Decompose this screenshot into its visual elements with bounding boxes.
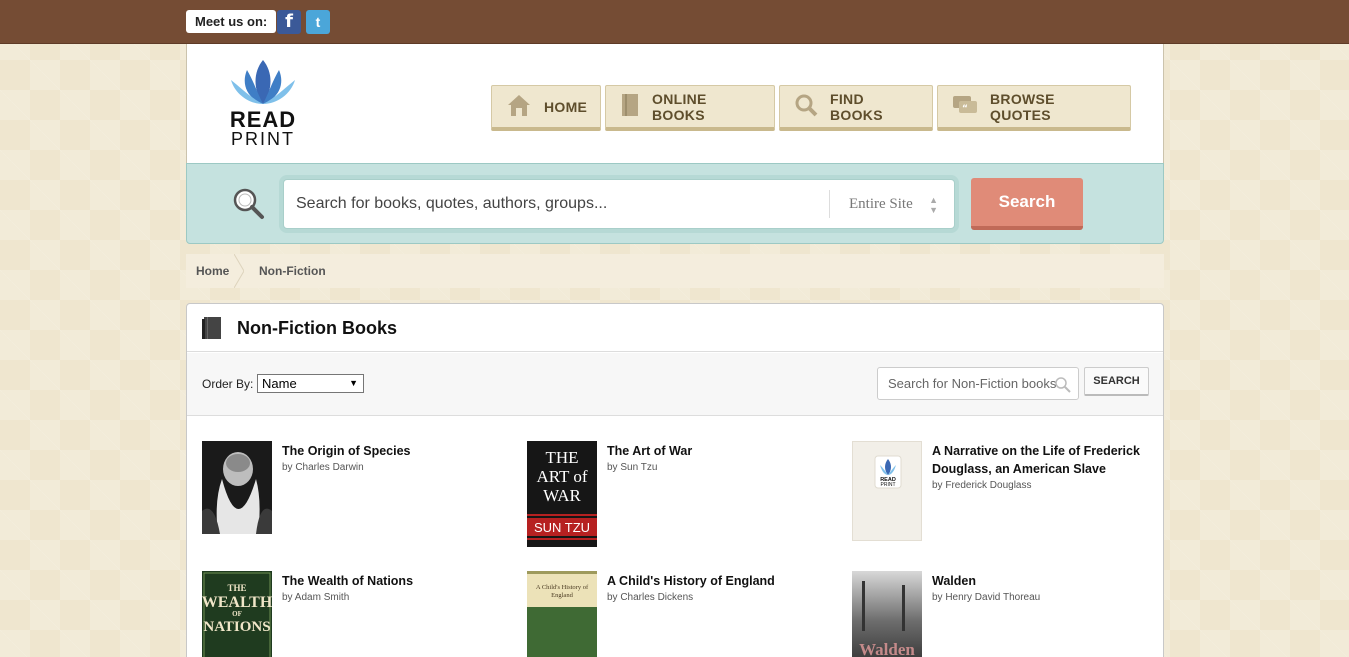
quote-icon: “	[952, 93, 978, 121]
home-icon	[506, 93, 532, 121]
svg-text:OF: OF	[232, 610, 242, 618]
book-title[interactable]: A Child's History of England by Charles …	[607, 572, 817, 606]
book-cover-walden[interactable]: Walden	[852, 571, 922, 657]
top-bar: Meet us on: f t	[0, 0, 1349, 44]
panel-toolbar: Order By: Name ▼ SEARCH	[187, 353, 1163, 416]
book-cover-childs-history-england[interactable]: A Child's History of England	[527, 571, 597, 657]
site-logo[interactable]: READ PRINT	[227, 58, 299, 148]
panel-title: Non-Fiction Books	[237, 318, 397, 338]
book-author[interactable]: by Adam Smith	[282, 590, 492, 606]
logo-word-read: READ	[229, 107, 297, 132]
nav-home-label: HOME	[544, 98, 588, 115]
lotus-logo-icon	[231, 60, 295, 104]
book-author[interactable]: by Frederick Douglass	[932, 478, 1142, 494]
book-title[interactable]: Walden by Henry David Thoreau	[932, 572, 1142, 606]
svg-text:England: England	[551, 592, 573, 599]
book-author[interactable]: by Charles Dickens	[607, 590, 817, 606]
svg-text:WEALTH: WEALTH	[202, 594, 272, 611]
book-author[interactable]: by Henry David Thoreau	[932, 590, 1142, 606]
book-item[interactable]: A Child's History of England A Child's H…	[512, 547, 812, 657]
nav-find-books[interactable]: FIND BOOKS	[779, 85, 933, 131]
chevron-down-icon: ▼	[349, 378, 358, 388]
book-author[interactable]: by Sun Tzu	[607, 460, 817, 476]
book-cover-wealth-of-nations[interactable]: THE WEALTH OF NATIONS	[202, 571, 272, 657]
breadcrumb: Home Non-Fiction	[186, 254, 1164, 288]
search-magnifier-icon	[231, 186, 265, 225]
book-item[interactable]: THE WEALTH OF NATIONS The Wealth of Nati…	[187, 547, 487, 657]
category-search-input[interactable]	[878, 368, 1064, 399]
search-scope-select[interactable]: Entire Site ▲ ▼	[829, 190, 954, 218]
search-icon	[794, 93, 818, 121]
book-cover-art-of-war[interactable]: THE ART of WAR SUN TZU	[527, 441, 597, 547]
svg-text:A Child's History of: A Child's History of	[536, 584, 589, 591]
book-item[interactable]: THE ART of WAR SUN TZU The Art of War by…	[512, 417, 812, 547]
search-input[interactable]	[284, 180, 829, 228]
nav-browse-quotes-label: BROWSE QUOTES	[990, 90, 1055, 123]
search-box: Entire Site ▲▼	[283, 179, 955, 229]
search-button[interactable]: Search	[971, 178, 1083, 230]
category-search-button[interactable]: SEARCH	[1084, 367, 1149, 396]
book-title[interactable]: The Origin of Species by Charles Darwin	[282, 442, 492, 476]
book-author[interactable]: by Charles Darwin	[282, 460, 492, 476]
book-item[interactable]: The Origin of Species by Charles Darwin	[187, 417, 487, 537]
nav-online-books-label: ONLINE BOOKS	[652, 90, 707, 123]
nav-online-books[interactable]: ONLINE BOOKS	[605, 85, 775, 131]
category-search-box	[877, 367, 1079, 400]
svg-text:ART of: ART of	[536, 467, 587, 486]
svg-text:NATIONS: NATIONS	[203, 619, 270, 635]
twitter-icon[interactable]: t	[306, 10, 330, 34]
books-panel: Non-Fiction Books Order By: Name ▼ SEARC…	[186, 303, 1164, 657]
svg-text:SUN TZU: SUN TZU	[534, 520, 590, 535]
nav-browse-quotes[interactable]: “ BROWSE QUOTES	[937, 85, 1131, 131]
search-icon	[1054, 376, 1072, 399]
logo-word-print: PRINT	[231, 129, 295, 149]
panel-header: Non-Fiction Books	[187, 304, 1163, 352]
svg-text:THE: THE	[545, 448, 578, 467]
site-search-bar: Entire Site ▲▼ Search	[186, 163, 1164, 244]
facebook-icon[interactable]: f	[277, 10, 301, 34]
svg-text:WAR: WAR	[543, 486, 581, 505]
svg-text:Walden: Walden	[859, 640, 915, 657]
svg-text:“: “	[962, 104, 968, 114]
meet-us-label: Meet us on:	[186, 10, 277, 33]
svg-text:PRINT: PRINT	[881, 482, 896, 488]
order-by-select[interactable]: Name ▼	[257, 374, 364, 393]
book-title[interactable]: The Wealth of Nations by Adam Smith	[282, 572, 492, 606]
nav-find-books-label: FIND BOOKS	[830, 90, 883, 123]
book-icon	[201, 316, 223, 345]
book-item[interactable]: Walden Walden by Henry David Thoreau	[837, 547, 1137, 657]
book-icon	[620, 93, 640, 121]
svg-text:THE: THE	[227, 583, 246, 593]
order-by-value: Name	[262, 376, 297, 391]
nav-home[interactable]: HOME	[491, 85, 601, 131]
breadcrumb-home[interactable]: Home	[196, 264, 229, 278]
order-by-label: Order By:	[202, 377, 254, 391]
book-item[interactable]: READ PRINT A Narrative on the Life of Fr…	[837, 417, 1140, 541]
book-cover-origin-of-species[interactable]	[202, 441, 272, 534]
breadcrumb-separator-icon	[234, 254, 244, 288]
book-cover-frederick-douglass[interactable]: READ PRINT	[852, 441, 922, 541]
site-header: READ PRINT HOME ONLINE BOOKS FIND BOOKS …	[186, 44, 1164, 163]
book-title[interactable]: A Narrative on the Life of Frederick Dou…	[932, 442, 1142, 494]
search-scope-value: Entire Site	[849, 196, 913, 212]
book-title[interactable]: The Art of War by Sun Tzu	[607, 442, 817, 476]
breadcrumb-current: Non-Fiction	[259, 264, 326, 278]
scope-arrows-icon: ▲ ▼	[929, 195, 938, 215]
